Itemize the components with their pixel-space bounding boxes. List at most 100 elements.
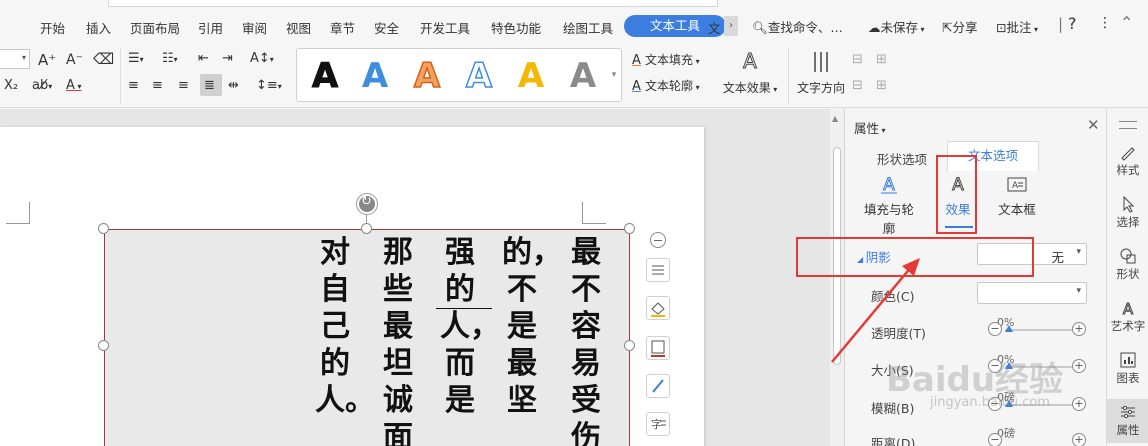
format-painter-button[interactable] <box>646 374 670 398</box>
text-column-4[interactable]: 那些最坦诚面 <box>378 234 418 446</box>
text-column-2[interactable]: 的，不是最坚 <box>502 234 562 419</box>
increase-button[interactable]: + <box>1072 359 1086 373</box>
rotate-handle[interactable] <box>357 194 377 214</box>
align-middle-icon[interactable]: ⊞ <box>876 52 887 68</box>
text-column-1[interactable]: 最不容易受伤 <box>566 234 606 446</box>
text-effect-button[interactable]: A 文本效果 ▾ <box>718 49 782 96</box>
svg-text:A: A <box>414 56 441 95</box>
menu-references[interactable]: 引用 <box>198 18 223 37</box>
font-color-icon[interactable]: A ▾ <box>66 78 81 95</box>
shape-fill-button[interactable] <box>646 296 670 320</box>
menu-chapter[interactable]: 章节 <box>330 18 355 37</box>
sidebar-item-chart[interactable]: 图表 <box>1107 351 1148 389</box>
text-box-icon: A <box>1007 177 1027 192</box>
decrease-button[interactable]: − <box>988 433 1002 446</box>
brush-icon <box>1121 147 1135 161</box>
increase-button[interactable]: + <box>1072 397 1086 411</box>
chevron-down-icon: ▾ <box>770 85 778 94</box>
sidebar-item-shape[interactable]: 形状 <box>1107 247 1148 285</box>
resize-handle[interactable] <box>624 223 635 234</box>
transparency-slider[interactable] <box>1005 325 1073 332</box>
line-spacing-icon[interactable]: A↕▾ <box>250 51 274 68</box>
shape-outline-button[interactable] <box>646 336 670 360</box>
subtab-text-box[interactable]: A 文本框 <box>995 175 1039 218</box>
sidebar-item-style[interactable]: 样式 <box>1107 143 1148 181</box>
more-icon[interactable]: ⋮ <box>1098 15 1112 31</box>
align-center-icon[interactable]: ≡ <box>152 78 163 94</box>
gallery-expand-icon[interactable]: ▾ <box>609 51 619 101</box>
menu-page-layout[interactable]: 页面布局 <box>130 18 180 37</box>
help-button[interactable]: ? <box>1068 14 1077 33</box>
sidebar-item-select[interactable]: 选择 <box>1107 195 1148 233</box>
search-icon: 🔍︎ <box>752 20 768 35</box>
menu-drawing-tools[interactable]: 绘图工具 <box>563 18 613 37</box>
collapse-ribbon-icon[interactable]: ⌃ <box>1120 13 1133 32</box>
bullet-list-icon[interactable]: ☰▾ <box>128 51 144 68</box>
menu-icon[interactable] <box>1119 121 1137 129</box>
close-icon[interactable]: ✕ <box>1087 116 1100 134</box>
style-gold-a[interactable]: A <box>511 55 551 95</box>
numbered-list-icon[interactable]: ☷▾ <box>162 51 178 68</box>
align-right-icon[interactable]: ≡ <box>178 78 189 94</box>
layout-options-button[interactable] <box>646 258 670 282</box>
highlight-icon[interactable]: ab̸▾ <box>32 78 52 95</box>
sidebar-item-properties[interactable]: 属性 <box>1107 399 1148 443</box>
shrink-font-icon[interactable]: A⁻ <box>66 52 83 68</box>
menu-home[interactable]: 开始 <box>40 18 65 37</box>
text-wrap-icon[interactable]: ⊞ <box>876 78 887 94</box>
sidebar-item-wordart[interactable]: A 艺术字 <box>1107 299 1148 337</box>
distribute-icon[interactable]: ⇹ <box>228 78 239 94</box>
menu-view[interactable]: 视图 <box>286 18 311 37</box>
style-black-a[interactable]: A <box>305 55 345 96</box>
menu-developer[interactable]: 开发工具 <box>420 18 470 37</box>
resize-handle[interactable] <box>361 223 372 234</box>
resize-handle[interactable] <box>98 223 109 234</box>
menu-more-button[interactable]: › <box>724 16 738 36</box>
align-top-icon[interactable]: ⊟ <box>852 52 863 68</box>
font-size-field[interactable]: ▾ <box>0 49 30 69</box>
share-button[interactable]: ⇱分享 <box>942 17 978 36</box>
menu-review[interactable]: 审阅 <box>242 18 267 37</box>
style-orange-a[interactable]: A <box>407 55 447 95</box>
paragraph-spacing-icon[interactable]: ↕≡▾ <box>256 78 282 95</box>
collapse-toolbar-icon[interactable] <box>650 232 666 248</box>
resize-handle[interactable] <box>98 340 109 351</box>
increase-indent-icon[interactable]: ⇥ <box>222 51 233 67</box>
panel-title[interactable]: 属性 ▾ <box>854 118 886 137</box>
text-fill-button[interactable]: A 文本填充 ▾ <box>632 52 700 70</box>
clear-format-icon[interactable]: ⌫ <box>93 51 114 67</box>
svg-text:字: 字 <box>651 417 662 431</box>
shadow-color-select[interactable]: ▾ <box>977 282 1087 304</box>
decrease-button[interactable]: − <box>988 322 1002 336</box>
menu-security[interactable]: 安全 <box>374 18 399 37</box>
search-command[interactable]: 🔍︎查找命令、… <box>752 17 843 36</box>
slider-knob[interactable] <box>1005 325 1013 332</box>
resize-handle[interactable] <box>624 340 635 351</box>
scroll-up-icon[interactable]: ▲ <box>832 114 838 123</box>
tab-shape-options[interactable]: 形状选项 <box>877 149 927 168</box>
text-direction-button[interactable]: 文字方向 <box>796 50 846 96</box>
comment-button[interactable]: ⊡批注 ▾ <box>996 17 1038 36</box>
menu-features[interactable]: 特色功能 <box>491 18 541 37</box>
style-blue-a[interactable]: A <box>355 55 395 95</box>
style-gray-a[interactable]: A <box>563 55 603 95</box>
align-left-icon[interactable]: ≡ <box>128 78 139 94</box>
align-bottom-icon[interactable]: ⊟ <box>852 78 863 94</box>
grow-font-icon[interactable]: A⁺ <box>38 52 56 68</box>
text-wrap-button[interactable]: 字 <box>646 412 670 436</box>
text-column-3[interactable]: 强的人，而是 <box>440 234 500 419</box>
increase-button[interactable]: + <box>1072 433 1086 446</box>
subtab-fill-outline[interactable]: A 填充与轮廓 <box>859 175 919 237</box>
decrease-indent-icon[interactable]: ⇤ <box>198 51 209 67</box>
subscript-icon[interactable]: X₂ <box>4 78 18 94</box>
divider <box>788 48 789 104</box>
floating-toolbar: 字 <box>646 232 672 446</box>
chevron-down-icon: ▾ <box>693 83 700 92</box>
text-column-5[interactable]: 对自己的人。 <box>315 234 375 419</box>
menu-partial[interactable]: 文 <box>708 18 721 37</box>
unsaved-button[interactable]: ☁︎未保存 ▾ <box>868 17 925 36</box>
style-outline-a[interactable]: A <box>459 55 499 95</box>
increase-button[interactable]: + <box>1072 322 1086 336</box>
menu-insert[interactable]: 插入 <box>86 18 111 37</box>
text-outline-button[interactable]: A 文本轮廓 ▾ <box>632 78 700 96</box>
